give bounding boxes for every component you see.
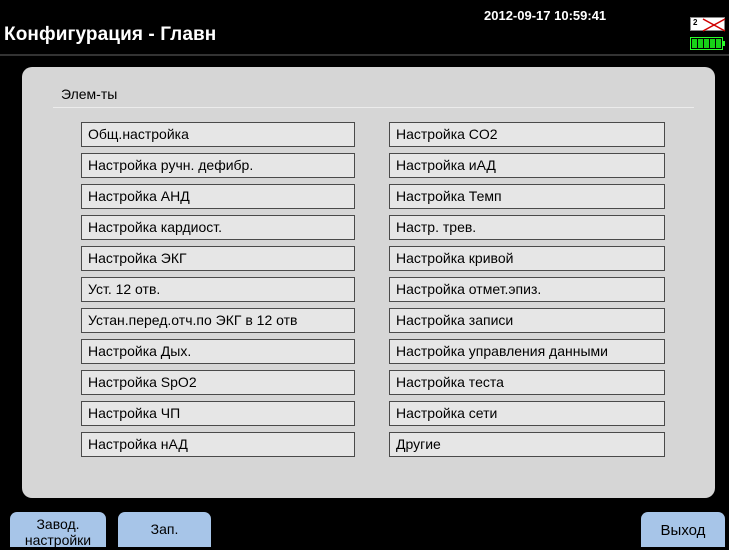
menu-item-general[interactable]: Общ.настройка (81, 122, 355, 147)
section-label: Элем-ты (61, 86, 118, 102)
menu-item-manual-defib[interactable]: Настройка ручн. дефибр. (81, 153, 355, 178)
menu-item-ecg[interactable]: Настройка ЭКГ (81, 246, 355, 271)
page-title: Конфигурация - Главн (4, 24, 217, 45)
factory-settings-label-2: настройки (24, 532, 92, 548)
menu-item-nibp[interactable]: Настройка нАД (81, 432, 355, 457)
menu-item-co2[interactable]: Настройка CO2 (389, 122, 665, 147)
menu-item-aed[interactable]: Настройка АНД (81, 184, 355, 209)
menu-item-other[interactable]: Другие (389, 432, 665, 457)
factory-settings-button[interactable]: Завод. настройки (10, 512, 106, 548)
menu-item-12-lead-transmit[interactable]: Устан.перед.отч.по ЭКГ в 12 отв (81, 308, 355, 333)
device-status: 2 (690, 15, 726, 51)
save-button[interactable]: Зап. (118, 512, 211, 547)
battery-icon (690, 37, 723, 50)
header-bar: Конфигурация - Главн 2012-09-17 10:59:41… (0, 0, 729, 58)
menu-item-waveform[interactable]: Настройка кривой (389, 246, 665, 271)
menu-item-record[interactable]: Настройка записи (389, 308, 665, 333)
menu-item-alarm[interactable]: Настр. трев. (389, 215, 665, 240)
battery-tip (723, 41, 725, 46)
menu-item-event-mark[interactable]: Настройка отмет.эпиз. (389, 277, 665, 302)
exit-button[interactable]: Выход (641, 512, 725, 547)
factory-settings-label-1: Завод. (36, 516, 80, 532)
menu-item-pacer[interactable]: Настройка кардиост. (81, 215, 355, 240)
section-divider (53, 107, 694, 108)
config-panel: Элем-ты Общ.настройка Настройка ручн. де… (22, 67, 715, 498)
menu-item-spo2[interactable]: Настройка SpO2 (81, 370, 355, 395)
datetime-display: 2012-09-17 10:59:41 (484, 8, 607, 23)
menu-item-ibp[interactable]: Настройка иАД (389, 153, 665, 178)
header-divider (0, 54, 729, 56)
menu-item-data-management[interactable]: Настройка управления данными (389, 339, 665, 364)
menu-item-resp[interactable]: Настройка Дых. (81, 339, 355, 364)
menu-item-test[interactable]: Настройка теста (389, 370, 665, 395)
menu-item-temp[interactable]: Настройка Темп (389, 184, 665, 209)
network-status-icon: 2 (690, 17, 726, 32)
menu-item-pr[interactable]: Настройка ЧП (81, 401, 355, 426)
menu-item-network[interactable]: Настройка сети (389, 401, 665, 426)
menu-item-12-lead[interactable]: Уст. 12 отв. (81, 277, 355, 302)
